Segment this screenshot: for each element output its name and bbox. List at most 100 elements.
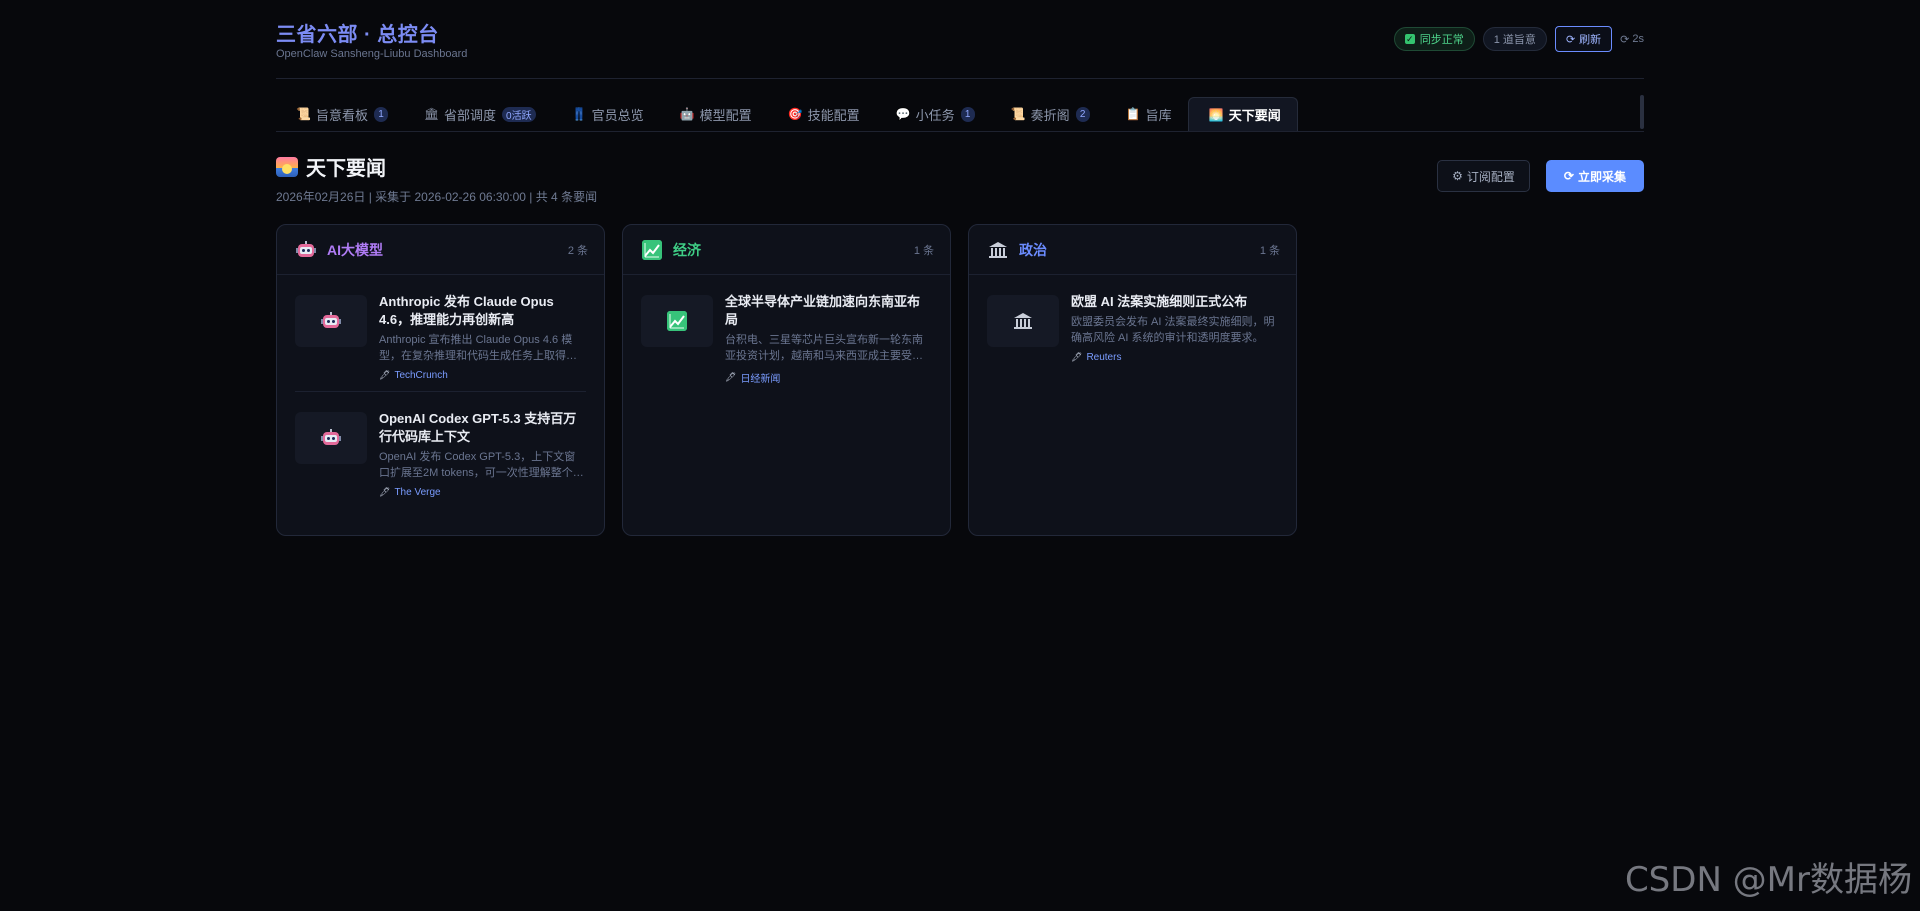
refresh-icon: ⟳ — [1563, 169, 1574, 183]
category-title: 经济 — [673, 241, 701, 258]
tab-9[interactable]: 🌅 天下要闻 — [1187, 97, 1298, 131]
auto-refresh-status: ⟳ 2s — [1620, 33, 1644, 46]
scroll-icon: 📜 — [296, 107, 311, 121]
tab-5[interactable]: 🎯 技能配置 — [768, 97, 876, 131]
tab-label: 官员总览 — [591, 107, 644, 123]
sync-status-badge: ✓ 同步正常 — [1393, 27, 1475, 51]
page-title: 天下要闻 — [276, 152, 386, 181]
app-title: 三省六部 · 总控台 — [276, 24, 439, 46]
news-thumbnail — [295, 412, 367, 464]
memo-icon: 📋 — [1125, 107, 1141, 121]
tab-label: 旨意看板 — [316, 107, 369, 123]
category-icon-wrap — [987, 239, 1009, 261]
news-item[interactable]: OpenAI Codex GPT-5.3 支持百万行代码库上下文 OpenAI 发… — [295, 392, 586, 508]
category-icon-wrap — [295, 239, 317, 261]
news-title[interactable]: Anthropic 发布 Claude Opus 4.6，推理能力再创新高 — [379, 293, 586, 329]
tab-3[interactable]: 👖 官员总览 — [552, 97, 660, 131]
news-text: 欧盟 AI 法案实施细则正式公布 欧盟委员会发布 AI 法案最终实施细则，明确高风… — [1071, 293, 1278, 363]
tab-bar: 📜 旨意看板 1 🏛 省部调度 0活跃 👖 官员总览 🤖 模型配置 🎯 技能配置 💬 小任务 1 📜 奏折阁 2 📋… — [276, 95, 1644, 132]
page-title-text: 天下要闻 — [306, 158, 386, 180]
news-source[interactable]: 🖋 日经新闻 — [725, 370, 932, 385]
sunrise-icon — [276, 156, 298, 177]
news-title[interactable]: 全球半导体产业链加速向东南亚布局 — [725, 293, 932, 329]
news-source[interactable]: 🖋 TechCrunch — [379, 370, 586, 381]
news-source-label: The Verge — [394, 487, 441, 498]
category-title: 政治 — [1019, 241, 1047, 258]
news-thumbnail — [987, 295, 1059, 347]
news-category-grid: AI大模型 2 条 Anthropic 发布 Claude Opus 4.6，推理能… — [276, 224, 1644, 536]
news-list: Anthropic 发布 Claude Opus 4.6，推理能力再创新高 Ant… — [277, 275, 604, 508]
news-summary: OpenAI 发布 Codex GPT-5.3，上下文窗口扩展至2M token… — [379, 451, 584, 479]
news-item[interactable]: 欧盟 AI 法案实施细则正式公布 欧盟委员会发布 AI 法案最终实施细则，明确高风… — [987, 275, 1278, 373]
refresh-button-label: 刷新 — [1579, 34, 1602, 46]
news-title[interactable]: OpenAI Codex GPT-5.3 支持百万行代码库上下文 — [379, 410, 586, 446]
scroll-icon: 📜 — [1010, 107, 1026, 121]
robot-icon — [321, 429, 341, 447]
tab-badge: 1 — [960, 106, 975, 122]
pen-icon: 🖋 — [725, 372, 737, 382]
tab-6[interactable]: 💬 小任务 1 — [876, 97, 991, 131]
tab-bar-scrollbar[interactable] — [1640, 95, 1644, 129]
tab-badge: 2 — [1075, 106, 1090, 122]
check-mark-icon: ✓ — [1404, 34, 1415, 44]
decree-count-badge: 1 道旨意 — [1482, 27, 1547, 51]
refresh-button[interactable]: ⟳ 刷新 — [1554, 26, 1613, 52]
category-count: 2 条 — [567, 244, 588, 257]
header-status-bar: ✓ 同步正常 1 道旨意 ⟳ 刷新 ⟳ 2s — [1393, 26, 1644, 52]
tab-label: 天下要闻 — [1228, 108, 1281, 123]
category-title: AI大模型 — [327, 241, 383, 258]
news-source[interactable]: 🖋 Reuters — [1071, 352, 1278, 363]
subscribe-config-label: 订阅配置 — [1466, 169, 1515, 184]
collect-now-button[interactable]: ⟳ 立即采集 — [1545, 160, 1644, 192]
tab-badge: 0活跃 — [502, 106, 536, 122]
news-text: Anthropic 发布 Claude Opus 4.6，推理能力再创新高 Ant… — [379, 293, 586, 381]
pen-icon: 🖋 — [379, 487, 391, 497]
app-subtitle: OpenClaw Sansheng-Liubu Dashboard — [276, 48, 468, 60]
pen-icon: 🖋 — [1071, 352, 1083, 362]
news-text: 全球半导体产业链加速向东南亚布局 台积电、三星等芯片巨头宣布新一轮东南亚投资计划，… — [725, 293, 932, 385]
tab-label: 省部调度 — [444, 107, 497, 123]
news-category-card: 经济 1 条全球半导体产业链加速向东南亚布局 台积电、三星等芯片巨头宣布新一轮东南亚… — [622, 224, 951, 536]
category-header: 经济 1 条 — [623, 225, 950, 275]
robot-icon — [296, 240, 316, 259]
collection-meta: 2026年02月26日 | 采集于 2026-02-26 06:30:00 | … — [276, 190, 598, 204]
tab-4[interactable]: 🤖 模型配置 — [660, 97, 768, 131]
auto-refresh-interval: 2s — [1632, 33, 1644, 45]
tab-label: 旨库 — [1145, 107, 1172, 123]
tab-8[interactable]: 📋 旨库 — [1106, 97, 1188, 131]
tab-label: 技能配置 — [807, 107, 860, 123]
target-icon: 🎯 — [787, 107, 803, 121]
auto-refresh-icon: ⟳ — [1620, 33, 1630, 46]
chart-increasing-icon — [642, 239, 662, 260]
classical-building-icon — [988, 240, 1008, 260]
tab-7[interactable]: 📜 奏折阁 2 — [991, 97, 1106, 131]
main-container: 三省六部 · 总控台 OpenClaw Sansheng-Liubu Dashb… — [276, 0, 1644, 536]
refresh-icon: ⟳ — [1565, 33, 1576, 46]
news-category-card: AI大模型 2 条 Anthropic 发布 Claude Opus 4.6，推理能… — [276, 224, 605, 536]
category-count: 1 条 — [1259, 244, 1280, 257]
subscribe-config-button[interactable]: ⚙ 订阅配置 — [1437, 160, 1530, 192]
news-item[interactable]: 全球半导体产业链加速向东南亚布局 台积电、三星等芯片巨头宣布新一轮东南亚投资计划，… — [641, 275, 932, 395]
sync-status-label: 同步正常 — [1419, 34, 1464, 46]
speech-bubble-icon: 💬 — [895, 107, 911, 121]
news-text: OpenAI Codex GPT-5.3 支持百万行代码库上下文 OpenAI 发… — [379, 410, 586, 498]
news-source-label: Reuters — [1086, 352, 1122, 363]
news-item[interactable]: Anthropic 发布 Claude Opus 4.6，推理能力再创新高 Ant… — [295, 275, 586, 392]
news-thumbnail — [641, 295, 713, 347]
robot-icon: 🤖 — [679, 107, 695, 121]
category-header: 政治 1 条 — [969, 225, 1296, 275]
tab-label: 小任务 — [915, 107, 955, 123]
news-source[interactable]: 🖋 The Verge — [379, 487, 586, 498]
watermark: CSDN @Mr数据杨 — [1624, 860, 1912, 900]
sunrise-icon: 🌅 — [1208, 107, 1224, 122]
news-title[interactable]: 欧盟 AI 法案实施细则正式公布 — [1071, 293, 1278, 311]
jeans-icon: 👖 — [571, 107, 587, 121]
category-count: 1 条 — [913, 244, 934, 257]
classical-building-icon — [1013, 311, 1033, 331]
tab-2[interactable]: 🏛 省部调度 0活跃 — [404, 97, 552, 131]
tab-badge: 1 — [374, 106, 389, 122]
pen-icon: 🖋 — [379, 370, 391, 380]
dashboard-page: 三省六部 · 总控台 OpenClaw Sansheng-Liubu Dashb… — [0, 0, 1920, 911]
tab-label: 模型配置 — [699, 107, 752, 123]
tab-1[interactable]: 📜 旨意看板 1 — [276, 97, 404, 131]
